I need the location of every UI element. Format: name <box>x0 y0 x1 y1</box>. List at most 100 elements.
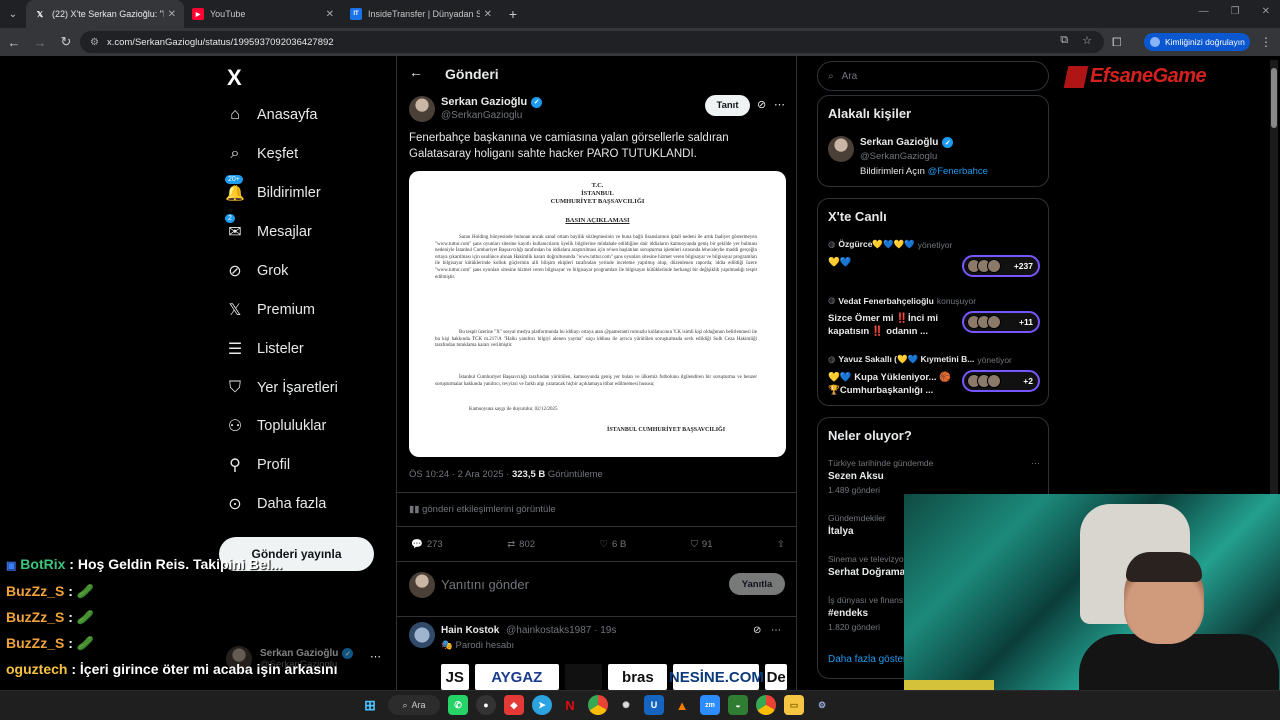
like-count: 6 B <box>612 538 627 550</box>
maximize-icon[interactable]: ❐ <box>1231 6 1240 17</box>
trend-more-icon[interactable]: ⋯ <box>1031 458 1040 469</box>
grok-icon[interactable]: ⊘ <box>757 98 766 111</box>
profile-icon: ⚲ <box>229 457 241 474</box>
scrollbar-thumb[interactable] <box>1271 68 1277 128</box>
wall-poster <box>904 680 994 690</box>
install-app-icon[interactable]: ⧉ <box>1060 34 1068 47</box>
reply-action[interactable]: 💬 273 <box>411 536 443 552</box>
reload-icon[interactable]: ↻ <box>54 34 78 50</box>
view-engagements-link[interactable]: ▮▮ gönderi etkileşimlerini görüntüle <box>409 504 556 515</box>
windows-start-icon[interactable]: ⊞ <box>360 695 380 715</box>
x-logo-icon[interactable]: X <box>227 65 242 91</box>
share-action[interactable]: ⇧ <box>777 536 785 552</box>
profile-verify-button[interactable]: Kimliğinizi doğrulayın <box>1144 33 1250 51</box>
reply-author-avatar[interactable] <box>409 622 435 648</box>
reply-author-name[interactable]: Hain Kostok <box>441 625 499 636</box>
insidetransfer-favicon-icon: IT <box>350 8 362 20</box>
sidebar-item-label: Daha fazla <box>257 496 327 512</box>
show-more-link[interactable]: Daha fazla göster <box>828 654 906 665</box>
listeners-pill[interactable]: +11 <box>962 311 1040 333</box>
taskbar-search[interactable]: ⌕ Ara <box>388 695 440 715</box>
chatgpt-icon[interactable]: ✺ <box>616 695 636 715</box>
browser-menu-icon[interactable]: ⋮ <box>1260 35 1272 49</box>
address-bar-row: ← → ↻ ⚙ x.com/SerkanGazioglu/status/1995… <box>0 28 1280 56</box>
share-icon: ⇧ <box>776 538 785 550</box>
tab-search-icon[interactable]: ⌄ <box>0 0 26 28</box>
repost-action[interactable]: ⇄ 802 <box>507 536 535 552</box>
search-input[interactable]: ⌕ Ara <box>817 61 1049 91</box>
app-red-icon[interactable]: ◆ <box>504 695 524 715</box>
profile-avatar-icon <box>1150 37 1160 47</box>
tab-x-post[interactable]: 𝕏 (22) X'te Serkan Gazioğlu: "Fenerb ✕ <box>26 0 184 28</box>
bio-mention-link[interactable]: @Fenerbahce <box>928 166 988 177</box>
close-tab-icon[interactable]: ✕ <box>484 9 492 20</box>
grok-icon[interactable]: ⊘ <box>753 625 761 636</box>
author-avatar[interactable] <box>409 96 435 122</box>
telegram-icon[interactable]: ➤ <box>532 695 552 715</box>
forward-arrow-icon[interactable]: → <box>28 35 52 50</box>
sidebar-item-daha-fazla[interactable]: ⊙ Daha fazla <box>224 489 326 519</box>
related-avatar[interactable] <box>828 136 854 162</box>
url-field[interactable]: ⚙ x.com/SerkanGazioglu/status/1995937092… <box>80 31 1104 53</box>
notification-badge: 20+ <box>224 174 244 185</box>
extensions-icon[interactable]: ⧠ <box>1112 35 1122 50</box>
obs-icon[interactable]: ● <box>476 695 496 715</box>
close-tab-icon[interactable]: ✕ <box>326 9 334 20</box>
vlc-icon[interactable]: ▲ <box>672 695 692 715</box>
tab-youtube[interactable]: ▶ YouTube ✕ <box>184 0 342 28</box>
streamer-hair <box>1126 552 1202 582</box>
app-blue-icon[interactable]: U <box>644 695 664 715</box>
netflix-icon[interactable]: N <box>560 695 580 715</box>
sidebar-item-bildirimler[interactable]: 🔔 20+ Bildirimler <box>224 174 321 208</box>
reply-button[interactable]: Yanıtla <box>729 573 785 595</box>
live-space-row[interactable]: ◍ Vedat Fenerbahçelioğlu konuşuyor Sizce Ö… <box>828 295 1040 338</box>
sidebar-item-yer-i-şaretleri[interactable]: ⛉ Yer İşaretleri <box>224 373 338 403</box>
related-name[interactable]: Serkan Gazioğlu <box>860 137 938 148</box>
more-options-icon[interactable]: ⋯ <box>771 625 781 636</box>
tweet-text: Fenerbahçe başkanına ve camiasına yalan … <box>409 132 729 160</box>
settings-gear-icon[interactable]: ⚙ <box>812 695 832 715</box>
close-window-icon[interactable]: ✕ <box>1262 6 1270 17</box>
zoom-icon[interactable]: zm <box>700 695 720 715</box>
sidebar-item-mesajlar[interactable]: ✉ 2 Mesajlar <box>224 213 312 247</box>
author-handle[interactable]: @SerkanGazioglu <box>441 110 522 121</box>
app-green-icon[interactable]: ◒ <box>728 695 748 715</box>
author-name[interactable]: Serkan Gazioğlu <box>441 96 527 108</box>
back-arrow-icon[interactable]: ← <box>409 64 423 80</box>
close-tab-icon[interactable]: ✕ <box>168 9 176 20</box>
bookmark-icon: ⛉ <box>690 538 698 550</box>
sidebar-item-listeler[interactable]: ☰ Listeler <box>224 334 304 364</box>
sidebar-item-keşfet[interactable]: ⌕ Keşfet <box>224 139 299 169</box>
reply-input[interactable]: Yanıtını gönder <box>441 577 529 592</box>
listeners-pill[interactable]: +2 <box>962 370 1040 392</box>
whatsapp-icon[interactable]: ✆ <box>448 695 468 715</box>
more-options-icon[interactable]: ⋯ <box>774 98 785 111</box>
promote-button[interactable]: Tanıt <box>705 95 750 116</box>
back-arrow-icon[interactable]: ← <box>2 35 26 50</box>
sidebar-item-profil[interactable]: ⚲ Profil <box>224 450 290 480</box>
sidebar-item-topluluklar[interactable]: ⚇ Topluluklar <box>224 411 327 441</box>
folder-icon[interactable]: ▭ <box>784 695 804 715</box>
like-action[interactable]: ♡ 6 B <box>600 536 627 552</box>
site-info-icon[interactable]: ⚙ <box>90 37 99 48</box>
live-space-row[interactable]: ◍ Yavuz Sakallı (💛💙 Kıymetini B... yönetiy… <box>828 354 1040 397</box>
minimize-icon[interactable]: — <box>1199 6 1209 17</box>
doc-paragraph-4: Kamuoyuna saygı ile duyurulur. 02/12/202… <box>469 407 558 412</box>
bookmark-action[interactable]: ⛉ 91 <box>691 536 713 552</box>
live-space-row[interactable]: ◍ Özgürce💛💙💛💙 yönetiyor 💛💙 +237 <box>828 239 1040 277</box>
chrome-profile-icon[interactable] <box>756 695 776 715</box>
sidebar-item-grok[interactable]: ⊘ Grok <box>224 256 288 286</box>
trend-item[interactable]: Türkiye tarihinde gündemde Sezen Aksu 1.… <box>828 458 1040 495</box>
bookmark-star-icon[interactable]: ☆ <box>1082 34 1092 47</box>
tweet-image-press-release[interactable]: T.C. İSTANBUL CUMHURİYET BAŞSAVCILIĞI BA… <box>409 171 786 457</box>
listeners-pill[interactable]: +237 <box>962 255 1040 277</box>
sidebar-item-anasayfa[interactable]: ⌂ Anasayfa <box>224 100 317 130</box>
tweet-actions: 💬 273 ⇄ 802 ♡ 6 B ⛉ 91 ⇧ <box>411 536 785 552</box>
doc-header-office: CUMHURİYET BAŞSAVCILIĞI <box>550 198 645 205</box>
tab-insidetransfer[interactable]: IT InsideTransfer | Dünyadan Son D ✕ <box>342 0 500 28</box>
chrome-icon[interactable] <box>588 695 608 715</box>
tweet-timestamp[interactable]: ÖS 10:24 · 2 Ara 2025 · <box>409 469 512 480</box>
sidebar-item-label: Mesajlar <box>257 224 312 240</box>
sidebar-item-premium[interactable]: 𝕏 Premium <box>224 295 315 325</box>
new-tab-button[interactable]: + <box>500 6 526 22</box>
